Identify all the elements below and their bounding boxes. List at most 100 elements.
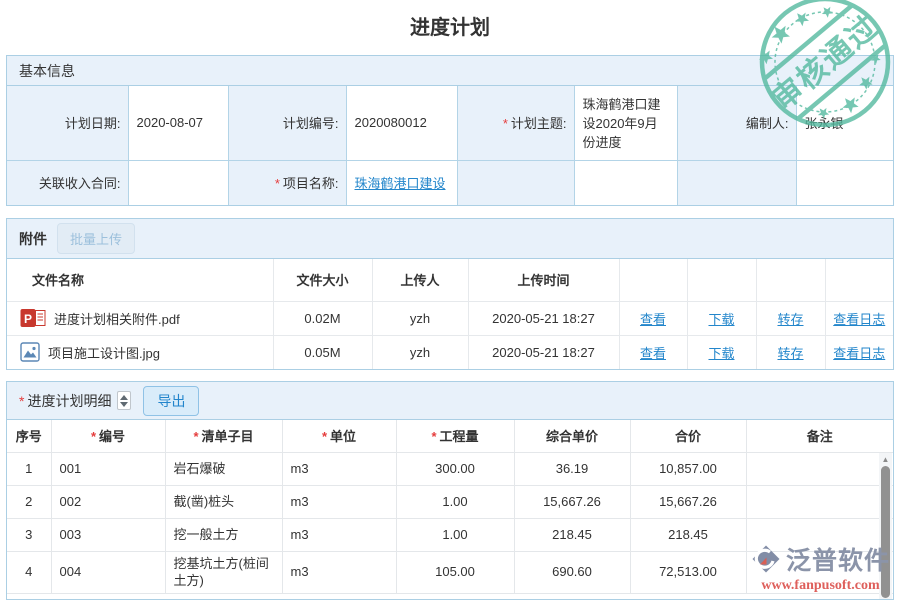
col-header-remark: 备注 [746,420,893,452]
cell-unit: m3 [282,518,396,551]
detail-title: 进度计划明细 [27,393,111,409]
cell-code: 004 [51,551,165,593]
income-contract-value [128,160,228,205]
attachment-row: 项目施工设计图.jpg 0.05M yzh 2020-05-21 18:27 查… [7,335,893,369]
brand-name: 泛普软件 [786,541,890,577]
cell-unit: m3 [282,452,396,485]
cell-qty: 300.00 [396,452,514,485]
cell-qty: 105.00 [396,551,514,593]
cell-seq: 4 [7,551,51,593]
cell-total: 218.45 [630,518,746,551]
empty-label-cell [677,160,796,205]
transfer-link[interactable]: 转存 [777,312,803,327]
cell-qty: 1.00 [396,485,514,518]
basic-info-panel: 基本信息 计划日期: 2020-08-07 计划编号: 2020080012 *… [6,55,894,206]
cell-code: 002 [51,485,165,518]
cell-remark [746,485,893,518]
required-mark: * [19,393,24,409]
cell-unit-price: 36.19 [514,452,630,485]
download-link[interactable]: 下载 [708,312,734,327]
col-header-empty [687,259,756,301]
fanpu-logo-icon [751,544,781,574]
attachments-table: 文件名称 文件大小 上传人 上传时间 P [7,259,893,369]
col-header-file-size: 文件大小 [273,259,372,301]
pdf-file-icon: P [20,308,46,328]
col-header-empty [619,259,687,301]
required-mark: * [275,176,280,191]
view-link[interactable]: 查看 [640,346,666,361]
sort-spinner-icon[interactable] [117,391,131,410]
col-header-file-name: 文件名称 [7,259,273,301]
plan-no-label: 计划编号: [228,86,346,160]
cell-unit-price: 218.45 [514,518,630,551]
plan-no-value: 2020080012 [346,86,457,160]
batch-upload-button[interactable]: 批量上传 [57,223,135,254]
attachment-row: P 进度计划相关附件.pdf 0.02M yzh 2020-05-21 18:2… [7,301,893,335]
cell-total: 15,667.26 [630,485,746,518]
file-upload-time: 2020-05-21 18:27 [468,335,619,369]
transfer-link[interactable]: 转存 [777,346,803,361]
project-name-value: 珠海鹤港口建设 [346,160,457,205]
cell-item: 挖基坑土方(桩间土方) [165,551,282,593]
col-header-uploader: 上传人 [372,259,468,301]
col-header-unit-price: 综合单价 [514,420,630,452]
detail-row: 1 001 岩石爆破 m3 300.00 36.19 10,857.00 [7,452,893,485]
file-uploader: yzh [372,301,468,335]
file-upload-time: 2020-05-21 18:27 [468,301,619,335]
file-size: 0.05M [273,335,372,369]
col-header-seq: 序号 [7,420,51,452]
basic-info-title: 基本信息 [19,61,75,81]
view-log-link[interactable]: 查看日志 [833,312,885,327]
svg-text:P: P [24,312,32,326]
cell-code: 003 [51,518,165,551]
basic-info-section-header: 基本信息 [7,56,893,86]
empty-label-cell [457,160,574,205]
cell-unit: m3 [282,485,396,518]
view-link[interactable]: 查看 [640,312,666,327]
download-link[interactable]: 下载 [708,346,734,361]
detail-section-header: *进度计划明细 导出 [7,382,893,420]
col-header-item: *清单子目 [165,420,282,452]
brand-url: www.fanpusoft.com [751,578,890,594]
file-size: 0.02M [273,301,372,335]
project-name-link[interactable]: 珠海鹤港口建设 [355,176,446,191]
plan-subject-value: 珠海鹤港口建设2020年9月份进度 [574,86,677,160]
cell-qty: 1.00 [396,518,514,551]
cell-seq: 2 [7,485,51,518]
file-uploader: yzh [372,335,468,369]
cell-item: 挖一般土方 [165,518,282,551]
col-header-code: *编号 [51,420,165,452]
required-mark: * [503,116,508,131]
brand-watermark: 泛普软件 www.fanpusoft.com [751,541,890,594]
export-button[interactable]: 导出 [143,386,199,416]
empty-value-cell [574,160,677,205]
cell-unit: m3 [282,551,396,593]
image-file-icon [20,342,40,362]
scrollbar-up-arrow-icon[interactable]: ▲ [882,453,890,466]
col-header-upload-time: 上传时间 [468,259,619,301]
cell-remark [746,452,893,485]
plan-subject-label: *计划主题: [457,86,574,160]
cell-unit-price: 690.60 [514,551,630,593]
empty-value-cell [796,160,893,205]
cell-unit-price: 15,667.26 [514,485,630,518]
cell-code: 001 [51,452,165,485]
plan-date-value: 2020-08-07 [128,86,228,160]
cell-seq: 3 [7,518,51,551]
page-title: 进度计划 [0,0,900,44]
author-value: 张永银 [796,86,893,160]
author-label: 编制人: [677,86,796,160]
income-contract-label: 关联收入合同: [7,160,128,205]
detail-row: 2 002 截(凿)桩头 m3 1.00 15,667.26 15,667.26 [7,485,893,518]
cell-seq: 1 [7,452,51,485]
col-header-empty [825,259,893,301]
col-header-total: 合价 [630,420,746,452]
basic-info-table: 计划日期: 2020-08-07 计划编号: 2020080012 *计划主题:… [7,86,893,205]
cell-item: 截(凿)桩头 [165,485,282,518]
col-header-unit: *单位 [282,420,396,452]
attachments-title: 附件 [19,229,47,249]
col-header-qty: *工程量 [396,420,514,452]
view-log-link[interactable]: 查看日志 [833,346,885,361]
col-header-empty [756,259,825,301]
cell-item: 岩石爆破 [165,452,282,485]
